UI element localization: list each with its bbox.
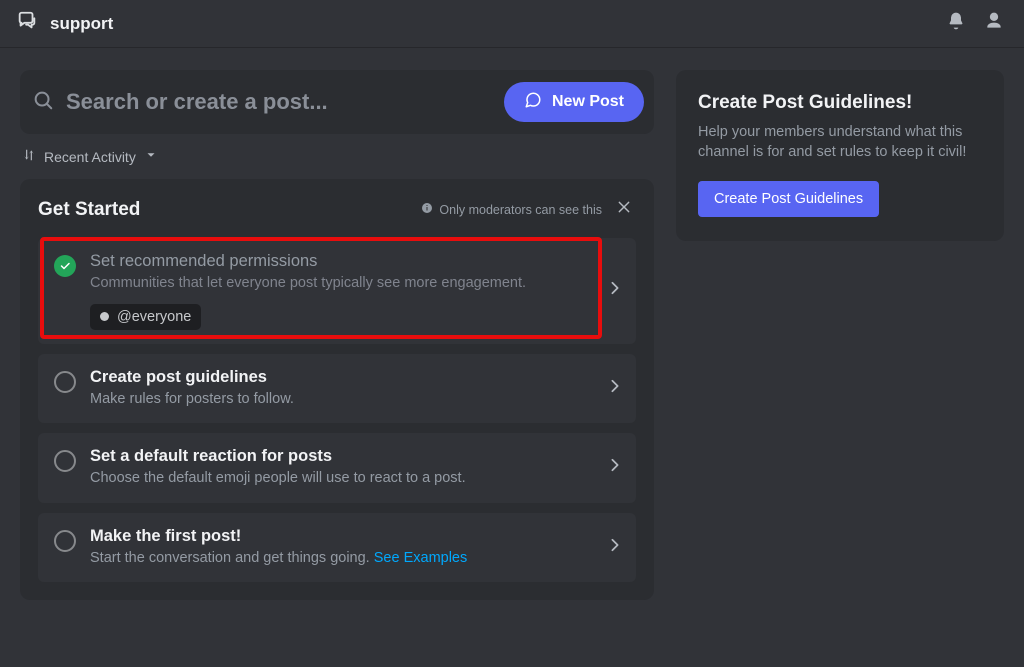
- chevron-right-icon: [610, 458, 620, 477]
- step-desc: Communities that let everyone post typic…: [90, 274, 596, 294]
- step-title: Make the first post!: [90, 527, 596, 546]
- channel-title: support: [50, 14, 113, 34]
- step-set-permissions[interactable]: Set recommended permissions Communities …: [38, 238, 636, 344]
- search-create-bar: New Post: [20, 70, 654, 134]
- step-title: Set a default reaction for posts: [90, 447, 596, 466]
- search-input[interactable]: [66, 89, 488, 115]
- chevron-right-icon: [610, 538, 620, 557]
- step-desc-text: Start the conversation and get things go…: [90, 550, 374, 566]
- chevron-down-icon: [144, 148, 158, 165]
- role-dot-icon: [100, 312, 109, 321]
- step-default-reaction[interactable]: Set a default reaction for posts Choose …: [38, 433, 636, 503]
- step-title: Set recommended permissions: [90, 252, 596, 271]
- sort-selector[interactable]: Recent Activity: [20, 148, 654, 165]
- forum-right-column: Create Post Guidelines! Help your member…: [676, 70, 1004, 667]
- step-title: Create post guidelines: [90, 368, 596, 387]
- chevron-right-icon: [610, 379, 620, 398]
- create-guidelines-button[interactable]: Create Post Guidelines: [698, 181, 879, 217]
- step-first-post[interactable]: Make the first post! Start the conversat…: [38, 513, 636, 583]
- dismiss-panel-button[interactable]: [612, 195, 636, 224]
- step-list: Set recommended permissions Communities …: [38, 238, 636, 582]
- step-desc: Make rules for posters to follow.: [90, 390, 596, 410]
- guidelines-card: Create Post Guidelines! Help your member…: [676, 70, 1004, 241]
- info-icon: [421, 202, 433, 217]
- guidelines-card-title: Create Post Guidelines!: [698, 92, 982, 114]
- guidelines-card-desc: Help your members understand what this c…: [698, 122, 982, 163]
- moderator-only-note: Only moderators can see this: [421, 202, 602, 217]
- step-create-guidelines[interactable]: Create post guidelines Make rules for po…: [38, 354, 636, 424]
- role-chip-everyone: @everyone: [90, 304, 201, 330]
- step-desc: Choose the default emoji people will use…: [90, 469, 596, 489]
- new-post-icon: [524, 91, 542, 114]
- check-complete-icon: [54, 255, 76, 277]
- search-icon: [32, 89, 54, 116]
- new-post-button[interactable]: New Post: [504, 82, 644, 122]
- check-empty-icon: [54, 530, 76, 552]
- get-started-panel: Get Started Only moderators can see this: [20, 179, 654, 600]
- panel-header: Get Started Only moderators can see this: [38, 195, 636, 224]
- topbar: support: [0, 0, 1024, 48]
- check-empty-icon: [54, 371, 76, 393]
- panel-title: Get Started: [38, 199, 140, 221]
- notifications-icon[interactable]: [946, 11, 966, 36]
- forum-channel-icon: [16, 10, 38, 37]
- main-content: New Post Recent Activity Get Started: [0, 48, 1024, 667]
- topbar-actions-group: [946, 11, 1008, 36]
- sort-icon: [22, 148, 36, 165]
- sort-label: Recent Activity: [44, 149, 136, 165]
- moderator-note-text: Only moderators can see this: [439, 203, 602, 217]
- step-desc: Start the conversation and get things go…: [90, 549, 596, 569]
- forum-left-column: New Post Recent Activity Get Started: [20, 70, 654, 667]
- check-empty-icon: [54, 450, 76, 472]
- see-examples-link[interactable]: See Examples: [374, 550, 468, 566]
- new-post-label: New Post: [552, 93, 624, 111]
- chevron-right-icon: [610, 281, 620, 300]
- members-icon[interactable]: [984, 11, 1004, 36]
- search-area[interactable]: [32, 89, 488, 116]
- role-chip-label: @everyone: [117, 309, 191, 325]
